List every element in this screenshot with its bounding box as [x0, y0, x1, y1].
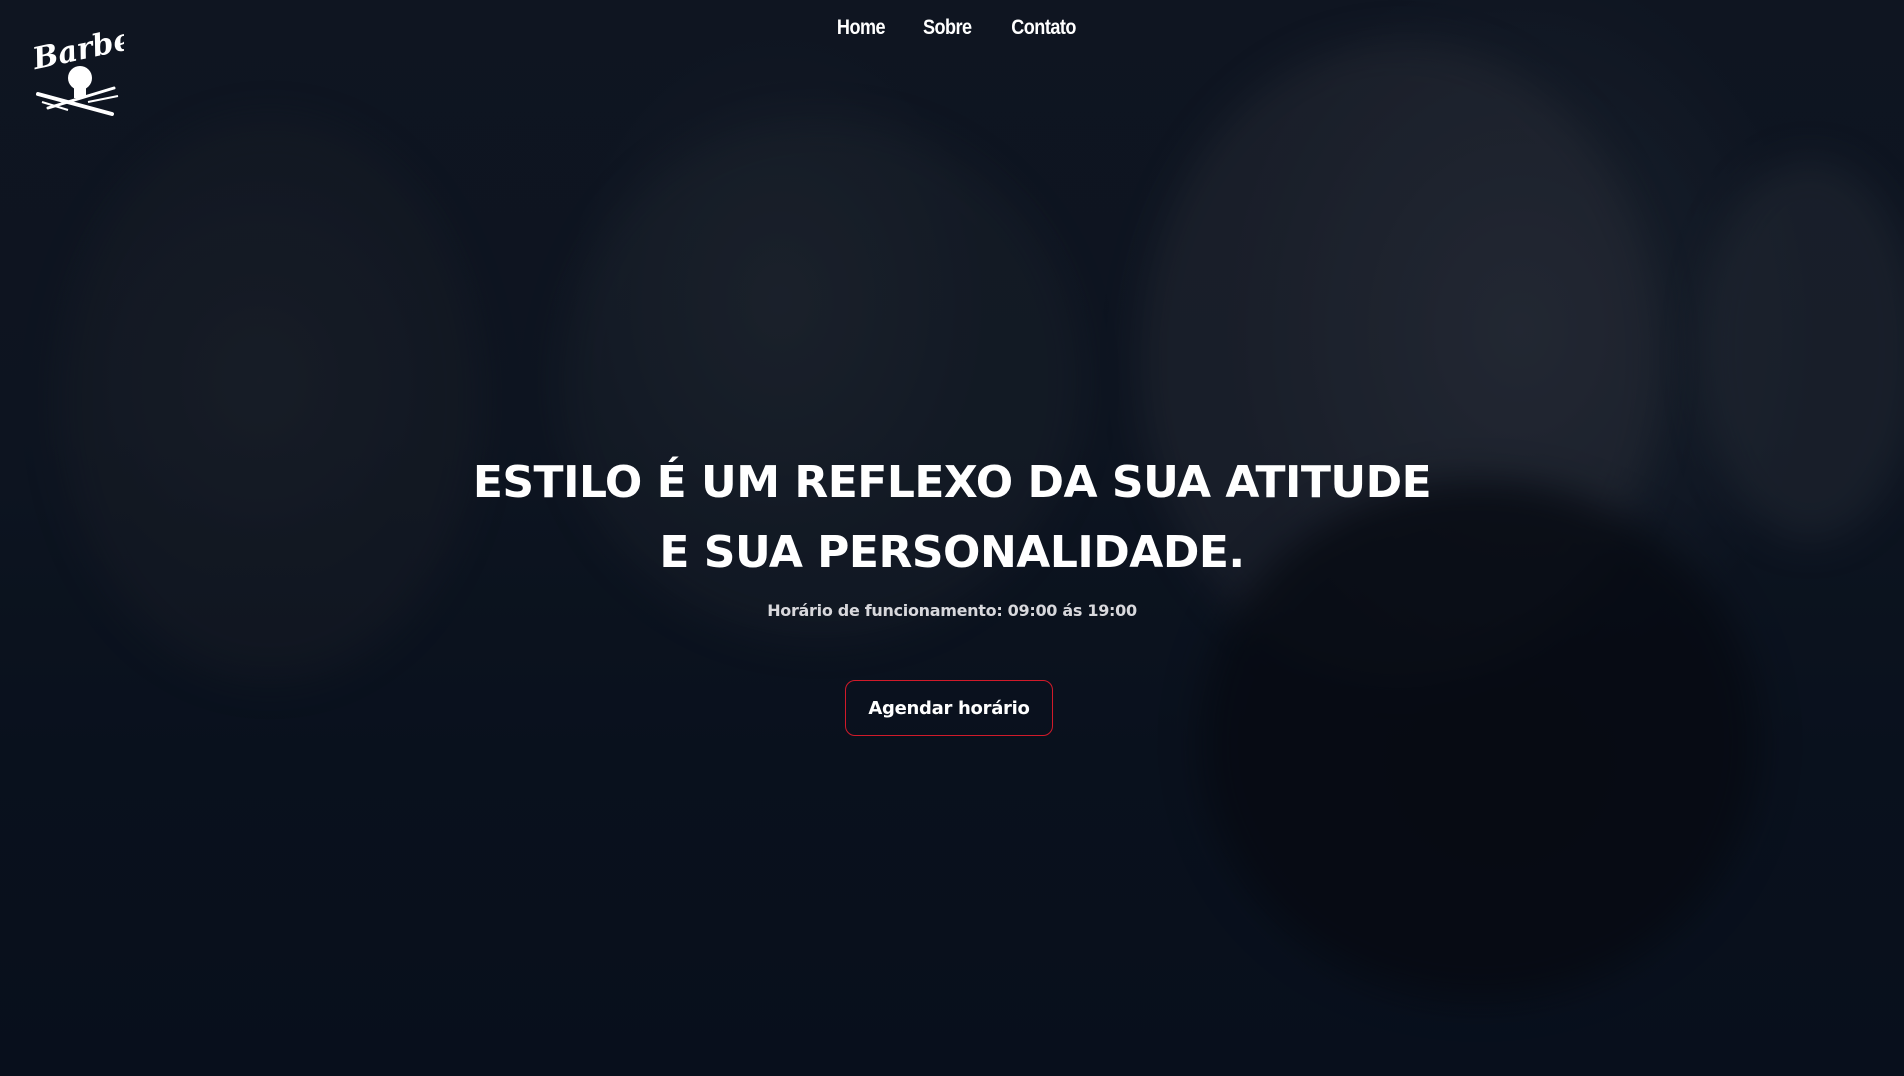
main-nav: Home Sobre Contato: [0, 14, 1904, 42]
nav-link-home[interactable]: Home: [837, 14, 886, 42]
hero-headline: ESTILO É UM REFLEXO DA SUA ATITUDE E SUA…: [472, 457, 1432, 578]
nav-link-sobre[interactable]: Sobre: [923, 14, 972, 42]
nav-link-contato[interactable]: Contato: [1011, 14, 1076, 42]
schedule-button[interactable]: Agendar horário: [845, 680, 1053, 736]
opening-hours: Horário de funcionamento: 09:00 ás 19:00: [767, 601, 1137, 620]
